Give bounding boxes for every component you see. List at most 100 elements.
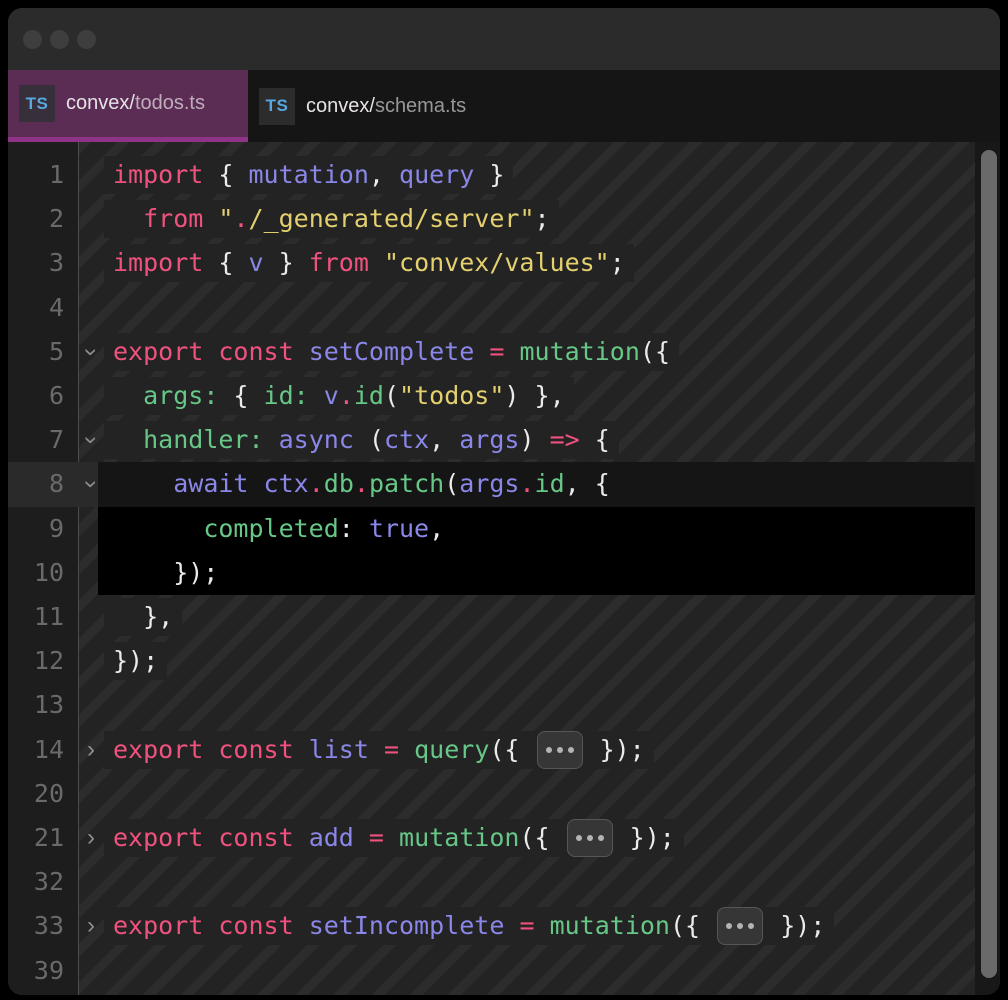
line-number: 5 [8, 330, 64, 374]
line-number: 14 [8, 728, 64, 772]
syntax-token [384, 819, 399, 857]
syntax-token [474, 333, 489, 371]
fold-expand-chevron-icon[interactable]: › [82, 904, 100, 948]
syntax-token: mutation [519, 333, 639, 371]
syntax-token: export [113, 731, 203, 769]
syntax-token: { [580, 421, 610, 459]
tab-label: convex/todos.ts [66, 92, 205, 115]
code-line: 21›export const add = mutation({ }); [8, 816, 1000, 860]
syntax-token: ({ [489, 731, 534, 769]
typescript-file-icon: TS [19, 85, 55, 122]
tab-schema[interactable]: TS convex/schema.ts [248, 70, 488, 142]
fold-expand-chevron-icon[interactable]: › [82, 816, 100, 860]
line-number: 1 [8, 153, 64, 197]
code-text: args: { id: v.id("todos") }, [104, 377, 574, 415]
syntax-token: /_generated/server" [249, 200, 535, 238]
code-editor[interactable]: 1import { mutation, query }2 from "./_ge… [8, 142, 1000, 995]
syntax-token: db [324, 465, 354, 503]
window-control-dot[interactable] [77, 30, 96, 49]
syntax-token [535, 421, 550, 459]
syntax-token: args [459, 421, 519, 459]
code-line: 14 ›export const list = query({ }); [8, 728, 1000, 772]
syntax-token: true [369, 510, 429, 548]
syntax-token [113, 510, 203, 548]
line-number: 4 [8, 286, 64, 330]
code-text: await ctx.db.patch(args.id, { [104, 465, 619, 503]
syntax-token: await [173, 465, 248, 503]
line-number: 39 [8, 949, 64, 993]
scrollbar-thumb[interactable] [981, 150, 997, 978]
syntax-token: ctx [264, 465, 309, 503]
syntax-token: ; [610, 244, 625, 282]
tab-label: convex/schema.ts [306, 95, 466, 118]
syntax-token: ({ [640, 333, 670, 371]
syntax-token: export [113, 333, 203, 371]
syntax-token: { [203, 156, 248, 194]
syntax-token: "todos" [399, 377, 504, 415]
window-control-dot[interactable] [23, 30, 42, 49]
editor-window: TS convex/todos.ts TS convex/schema.ts 1… [8, 8, 1000, 995]
syntax-token: patch [369, 465, 444, 503]
syntax-token [113, 421, 143, 459]
syntax-token: export [113, 819, 203, 857]
code-line: 6 args: { id: v.id("todos") }, [8, 374, 1000, 418]
syntax-token: const [218, 731, 293, 769]
screenshot-root: { "palette": { "pink": "#f0527e", "purpl… [0, 0, 1008, 1000]
code-text: completed: true, [104, 510, 453, 548]
line-number: 13 [8, 683, 64, 727]
syntax-token [248, 465, 263, 503]
folded-code-ellipsis-chip[interactable] [567, 819, 613, 857]
syntax-token: ( [384, 377, 399, 415]
syntax-token: ( [444, 465, 459, 503]
syntax-token [294, 907, 309, 945]
syntax-token [294, 819, 309, 857]
syntax-token: ) [504, 377, 519, 415]
folded-code-ellipsis-chip[interactable] [717, 907, 763, 945]
code-text: export const setComplete = mutation({ [104, 333, 679, 371]
line-number: 2 [8, 197, 64, 241]
code-text: export const list = query({ }); [104, 731, 654, 769]
code-line: 2 from "./_generated/server"; [8, 197, 1000, 241]
title-bar [8, 8, 1000, 70]
syntax-token [264, 421, 279, 459]
syntax-token [203, 731, 218, 769]
window-control-dot[interactable] [50, 30, 69, 49]
syntax-token: . [309, 465, 324, 503]
syntax-token: add [309, 819, 354, 857]
syntax-token [309, 377, 324, 415]
syntax-token: }); [585, 731, 645, 769]
syntax-token: { [203, 244, 248, 282]
folded-code-ellipsis-chip[interactable] [537, 731, 583, 769]
code-text: handler: async (ctx, args) => { [104, 421, 619, 459]
line-number: 9 [8, 507, 64, 551]
syntax-token: }, [113, 598, 173, 636]
code-line: 8› await ctx.db.patch(args.id, { [8, 462, 1000, 506]
syntax-token [354, 819, 369, 857]
syntax-token: id: [264, 377, 309, 415]
syntax-token: " [218, 200, 233, 238]
code-line: 3import { v } from "convex/values"; [8, 241, 1000, 285]
syntax-token: mutation [550, 907, 670, 945]
tab-todos[interactable]: TS convex/todos.ts [8, 70, 248, 142]
syntax-token: ( [354, 421, 384, 459]
syntax-token: }); [765, 907, 825, 945]
syntax-token [203, 907, 218, 945]
syntax-token: const [218, 819, 293, 857]
code-line: 32 [8, 860, 1000, 904]
syntax-token: import [113, 156, 203, 194]
syntax-token: ({ [519, 819, 564, 857]
syntax-token: mutation [248, 156, 368, 194]
fold-expand-chevron-icon[interactable]: › [82, 728, 100, 772]
syntax-token: mutation [399, 819, 519, 857]
syntax-token: = [384, 731, 399, 769]
syntax-token: , [429, 421, 459, 459]
code-text: export const add = mutation({ }); [104, 819, 684, 857]
syntax-token [294, 731, 309, 769]
line-number: 33 [8, 904, 64, 948]
syntax-token: async [279, 421, 354, 459]
syntax-token: setComplete [309, 333, 475, 371]
syntax-token: id [354, 377, 384, 415]
syntax-token [113, 200, 143, 238]
syntax-token: = [519, 907, 534, 945]
syntax-token [294, 333, 309, 371]
